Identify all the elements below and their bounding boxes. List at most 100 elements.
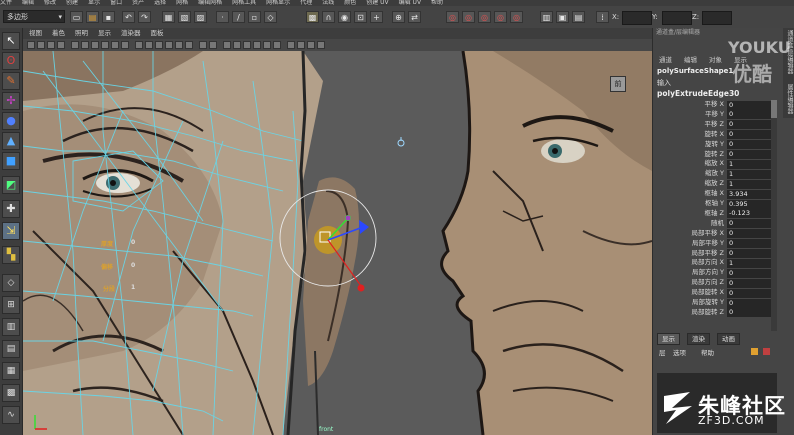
history-icon[interactable]: ⊕	[392, 11, 405, 23]
divisions-value[interactable]: 1	[131, 284, 135, 291]
wireframe-on-shaded-icon[interactable]	[155, 41, 163, 49]
thickness-value[interactable]: 0	[131, 239, 135, 246]
hypershade-icon[interactable]: ◎	[494, 11, 507, 23]
snap-grid-icon[interactable]: ▩	[306, 11, 319, 23]
display-toggle-icon[interactable]: ▤	[572, 11, 585, 23]
layout-curve-icon[interactable]: ∿	[2, 406, 20, 424]
scale-icon[interactable]: ▲	[2, 132, 20, 150]
attribute-value[interactable]: 1	[727, 169, 775, 179]
attribute-scrollbar[interactable]	[771, 100, 777, 344]
attribute-value[interactable]: 1	[727, 258, 775, 268]
attribute-value[interactable]: 0	[727, 120, 775, 130]
attribute-value[interactable]: 0.395	[727, 199, 775, 209]
transform-tool-icon[interactable]: ✚	[2, 200, 20, 218]
lasso-icon[interactable]: ʘ	[2, 52, 20, 70]
attribute-value[interactable]: -0.123	[727, 209, 775, 219]
layer-tab-display[interactable]: 显示	[657, 333, 680, 345]
layout-single-icon[interactable]: ◇	[2, 274, 20, 292]
exposure-icon[interactable]	[307, 41, 315, 49]
attribute-value[interactable]: 0	[727, 298, 775, 308]
ambient-occlusion-icon[interactable]	[243, 41, 251, 49]
attribute-row[interactable]: 枢轴 Y 0.395	[653, 199, 775, 209]
universal-manip-icon[interactable]: ■	[2, 152, 20, 170]
snap-curve-icon[interactable]: ∩	[322, 11, 335, 23]
layer-menu-layers[interactable]: 层	[659, 347, 666, 357]
wireframe-icon[interactable]	[135, 41, 143, 49]
attribute-row[interactable]: 旋转 X0	[653, 130, 775, 140]
film-gate-icon[interactable]	[81, 41, 89, 49]
attribute-scroll-thumb[interactable]	[771, 100, 777, 118]
layer-tab-render[interactable]: 渲染	[687, 333, 710, 345]
snap-point-icon[interactable]: ◉	[338, 11, 351, 23]
attribute-value[interactable]: 0	[727, 288, 775, 298]
layout-graph-icon[interactable]: ▦	[2, 362, 20, 380]
textured-icon[interactable]	[165, 41, 173, 49]
motion-blur-icon[interactable]	[253, 41, 261, 49]
attribute-value[interactable]: 0	[727, 278, 775, 288]
attribute-value[interactable]: 0	[727, 110, 775, 120]
attribute-row[interactable]: 局部平移 X0	[653, 229, 775, 239]
side-tab-attribute-editor[interactable]: 属性编辑器	[784, 84, 794, 114]
attribute-value[interactable]: 0	[727, 239, 775, 249]
attribute-value[interactable]: 1	[727, 179, 775, 189]
gate-mask-icon[interactable]	[101, 41, 109, 49]
snap-view-icon[interactable]: ⊡	[354, 11, 367, 23]
offset-value[interactable]: 0	[131, 262, 135, 269]
attribute-row[interactable]: 局部平移 Z0	[653, 249, 775, 259]
toggle-panel-icon[interactable]: ▥	[540, 11, 553, 23]
grid-icon[interactable]	[71, 41, 79, 49]
attribute-row[interactable]: 局部旋转 X0	[653, 288, 775, 298]
attribute-row[interactable]: 平移 Z0	[653, 120, 775, 130]
transform-mode-icon[interactable]: ⁞	[596, 11, 609, 23]
channel-box-menu-item[interactable]: 编辑	[684, 56, 697, 64]
camera-select-icon[interactable]	[27, 41, 35, 49]
viewport-menu-item[interactable]: 显示	[98, 29, 111, 37]
gamma-icon[interactable]	[317, 41, 325, 49]
attribute-row[interactable]: 枢轴 X 3.934	[653, 189, 775, 199]
channel-box-menu-item[interactable]: 对象	[709, 56, 722, 64]
attribute-row[interactable]: 缩放 Y1	[653, 169, 775, 179]
layout-hypershade-icon[interactable]: ▩	[2, 384, 20, 402]
viewport-menu-item[interactable]: 面板	[151, 29, 164, 37]
channel-box-menu-item[interactable]: 通道	[659, 56, 672, 64]
render-current-icon[interactable]: ◎	[446, 11, 459, 23]
attribute-value[interactable]: 3.934	[727, 189, 775, 199]
bookmark-icon[interactable]	[47, 41, 55, 49]
shadows-icon[interactable]	[185, 41, 193, 49]
hud-icon[interactable]	[233, 41, 241, 49]
xray-icon[interactable]	[199, 41, 207, 49]
render-setup-icon[interactable]: ◎	[510, 11, 523, 23]
colour-mgmt-icon[interactable]	[297, 41, 305, 49]
viewport-panel[interactable]: 视图 着色 照明 显示 渲染器 面板 前 厚度 0 偏移 0 分段 1 fron…	[23, 28, 652, 435]
new-layer-icon[interactable]	[751, 348, 758, 355]
attribute-row[interactable]: 局部平移 Y0	[653, 239, 775, 249]
shape-node-name[interactable]: polySurfaceShape1	[657, 67, 733, 75]
attribute-value[interactable]: 0	[727, 140, 775, 150]
isolate-select-icon[interactable]	[223, 41, 231, 49]
attribute-row[interactable]: 缩放 X1	[653, 159, 775, 169]
anti-alias-icon[interactable]	[263, 41, 271, 49]
attribute-value[interactable]: 1	[727, 159, 775, 169]
attribute-row[interactable]: 平移 X0	[653, 100, 775, 110]
attribute-row[interactable]: 旋转 Y0	[653, 140, 775, 150]
layout-persp-outliner-icon[interactable]: ▤	[2, 340, 20, 358]
mask-uv-icon[interactable]: ◇	[264, 11, 277, 23]
attribute-row[interactable]: 随机 0	[653, 219, 775, 229]
move-icon[interactable]: ✢	[2, 92, 20, 110]
select-object-icon[interactable]: ▧	[178, 11, 191, 23]
attribute-value[interactable]: 0	[727, 150, 775, 159]
mask-face-icon[interactable]: ▫	[248, 11, 261, 23]
attribute-row[interactable]: 旋转 Z0	[653, 150, 775, 160]
attribute-value[interactable]: 0	[727, 229, 775, 239]
mask-edge-icon[interactable]: /	[232, 11, 245, 23]
camera-attr-icon[interactable]	[37, 41, 45, 49]
safe-action-icon[interactable]	[121, 41, 129, 49]
attribute-row[interactable]: 局部旋转 Y0	[653, 298, 775, 308]
snap-surface-icon[interactable]: +	[370, 11, 383, 23]
input-output-icon[interactable]: ⇄	[408, 11, 421, 23]
new-scene-icon[interactable]: ▭	[70, 11, 83, 23]
attribute-value[interactable]: 0	[727, 100, 775, 110]
history-node-name[interactable]: polyExtrudeEdge30	[657, 89, 739, 98]
render-settings-icon[interactable]: ◎	[478, 11, 491, 23]
layer-tab-animation[interactable]: 动画	[717, 333, 740, 345]
